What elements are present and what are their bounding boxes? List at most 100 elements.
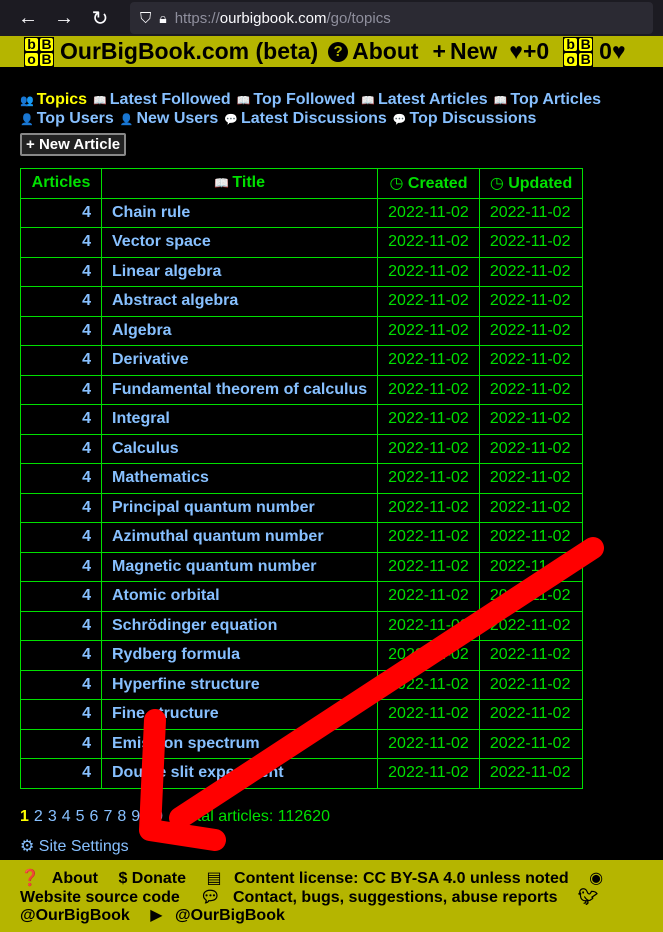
tab-top-discussions[interactable]: 💬 Top Discussions (393, 110, 537, 127)
topic-title-link[interactable]: Derivative (100, 345, 379, 376)
table-row: 4 Linear algebra 2022-11-02 2022-11-02 (20, 256, 584, 287)
score[interactable]: ♥+0 (509, 38, 549, 65)
created-date: 2022-11-02 (377, 581, 480, 612)
topic-title-link[interactable]: Azimuthal quantum number (100, 522, 379, 553)
new-link[interactable]: + New (433, 38, 498, 65)
site-settings-link[interactable]: ⚙ Site Settings (20, 836, 643, 856)
back-icon[interactable]: ← (10, 0, 46, 36)
created-date: 2022-11-02 (377, 758, 480, 789)
table-row: 4 Chain rule 2022-11-02 2022-11-02 (20, 197, 584, 228)
col-title[interactable]: 📖 Title (100, 168, 379, 199)
tab-top-followed[interactable]: 📖 Top Followed (237, 91, 356, 108)
footer-youtube[interactable]: ▶ @OurBigBook (150, 907, 293, 924)
article-count-cell[interactable]: 4 (20, 433, 102, 464)
article-count-cell[interactable]: 4 (20, 492, 102, 523)
footer-about[interactable]: ❓ About (20, 870, 106, 887)
topic-title-link[interactable]: Linear algebra (100, 256, 379, 287)
article-count-cell[interactable]: 4 (20, 197, 102, 228)
topic-title-link[interactable]: Chain rule (100, 197, 379, 228)
tab-top-users[interactable]: 👤 Top Users (20, 110, 114, 127)
page-link[interactable]: 6 (90, 808, 99, 826)
created-date: 2022-11-02 (377, 492, 480, 523)
article-count-cell[interactable]: 4 (20, 404, 102, 435)
book-icon: 📖 (361, 95, 375, 107)
topic-title-link[interactable]: Vector space (100, 227, 379, 258)
topic-title-link[interactable]: Integral (100, 404, 379, 435)
footer-license[interactable]: ▤ Content license: CC BY-SA 4.0 unless n… (206, 870, 576, 887)
table-row: 4 Rydberg formula 2022-11-02 2022-11-02 (20, 640, 584, 671)
tab-latest-discussions[interactable]: 💬 Latest Discussions (224, 110, 387, 127)
page-link[interactable]: 4 (62, 808, 71, 826)
tab-topics[interactable]: 👥 Topics (20, 91, 87, 108)
tab-latest-articles[interactable]: 📖 Latest Articles (361, 91, 487, 108)
reload-icon[interactable]: ↻ (82, 0, 118, 36)
url-text: https://ourbigbook.com/go/topics (174, 9, 391, 27)
footer-donate[interactable]: $ Donate (118, 870, 194, 887)
article-count-cell[interactable]: 4 (20, 640, 102, 671)
tab-new-users[interactable]: 👤 New Users (120, 110, 219, 127)
topic-title-link[interactable]: Mathematics (100, 463, 379, 494)
article-count-cell[interactable]: 4 (20, 728, 102, 759)
article-count-cell[interactable]: 4 (20, 463, 102, 494)
site-title[interactable]: OurBigBook.com (beta) (60, 38, 318, 65)
chat-icon: 💬︎ (200, 888, 221, 906)
page-link[interactable]: 2 (34, 808, 43, 826)
page-link[interactable]: 10 (145, 808, 163, 826)
about-link[interactable]: ? About (328, 38, 419, 65)
page-link[interactable]: 7 (103, 808, 112, 826)
topic-title-link[interactable]: Hyperfine structure (100, 669, 379, 700)
table-row: 4 Emission spectrum 2022-11-02 2022-11-02 (20, 728, 584, 759)
article-count-cell[interactable]: 4 (20, 315, 102, 346)
forward-icon[interactable]: → (46, 0, 82, 36)
article-count-cell[interactable]: 4 (20, 551, 102, 582)
article-count-cell[interactable]: 4 (20, 374, 102, 405)
page-link[interactable]: 9 (131, 808, 140, 826)
topic-title-link[interactable]: Atomic orbital (100, 581, 379, 612)
col-created[interactable]: ◷ Created (377, 168, 480, 199)
url-bar[interactable]: ⛉ 🔒︎ https://ourbigbook.com/go/topics (130, 2, 653, 34)
article-count-cell[interactable]: 4 (20, 758, 102, 789)
site-logo[interactable]: bBoB (24, 36, 54, 67)
user-icon: 👤 (20, 114, 34, 126)
table-row: 4 Schrödinger equation 2022-11-02 2022-11-0… (20, 610, 584, 641)
table-row: 4 Fundamental theorem of calculus 2022-11-… (20, 374, 584, 405)
user-avatar[interactable]: bBoB (563, 36, 594, 67)
updated-date: 2022-11-02 (478, 522, 584, 553)
col-updated[interactable]: ◷ Updated (478, 168, 584, 199)
article-count-cell[interactable]: 4 (20, 699, 102, 730)
col-articles[interactable]: Articles (20, 168, 102, 199)
tab-top-articles[interactable]: 📖 Top Articles (494, 91, 601, 108)
topic-title-link[interactable]: Double slit experiment (100, 758, 379, 789)
article-count-cell[interactable]: 4 (20, 227, 102, 258)
page-link[interactable]: 5 (76, 808, 85, 826)
tab-latest-followed[interactable]: 📖 Latest Followed (93, 91, 231, 108)
topic-title-link[interactable]: Abstract algebra (100, 286, 379, 317)
page-link[interactable]: 3 (48, 808, 57, 826)
article-count-cell[interactable]: 4 (20, 581, 102, 612)
article-count-cell[interactable]: 4 (20, 522, 102, 553)
site-footer: ❓ About $ Donate ▤ Content license: CC B… (0, 860, 663, 932)
topic-title-link[interactable]: Calculus (100, 433, 379, 464)
book-icon: 📖 (93, 95, 107, 107)
question-icon: ? (328, 41, 349, 62)
topic-title-link[interactable]: Fine structure (100, 699, 379, 730)
article-count-cell[interactable]: 4 (20, 256, 102, 287)
article-count-cell[interactable]: 4 (20, 669, 102, 700)
book-icon: 📖 (236, 95, 251, 107)
user-score[interactable]: 0♥ (599, 38, 625, 65)
page-link[interactable]: 8 (117, 808, 126, 826)
footer-contact[interactable]: 💬︎ Contact, bugs, suggestions, abuse rep… (200, 889, 565, 906)
article-count-cell[interactable]: 4 (20, 345, 102, 376)
main-content: 👥 Topics 📖 Latest Followed 📖 Top Followed 📖 Lat… (0, 67, 663, 856)
article-count-cell[interactable]: 4 (20, 286, 102, 317)
page-link[interactable]: 1 (20, 808, 29, 826)
new-article-button[interactable]: + New Article (20, 133, 127, 156)
topic-title-link[interactable]: Magnetic quantum number (100, 551, 379, 582)
topic-title-link[interactable]: Principal quantum number (100, 492, 379, 523)
topic-title-link[interactable]: Rydberg formula (100, 640, 379, 671)
topic-title-link[interactable]: Schrödinger equation (100, 610, 379, 641)
article-count-cell[interactable]: 4 (20, 610, 102, 641)
topic-title-link[interactable]: Algebra (100, 315, 379, 346)
topic-title-link[interactable]: Fundamental theorem of calculus (100, 374, 379, 405)
topic-title-link[interactable]: Emission spectrum (100, 728, 379, 759)
